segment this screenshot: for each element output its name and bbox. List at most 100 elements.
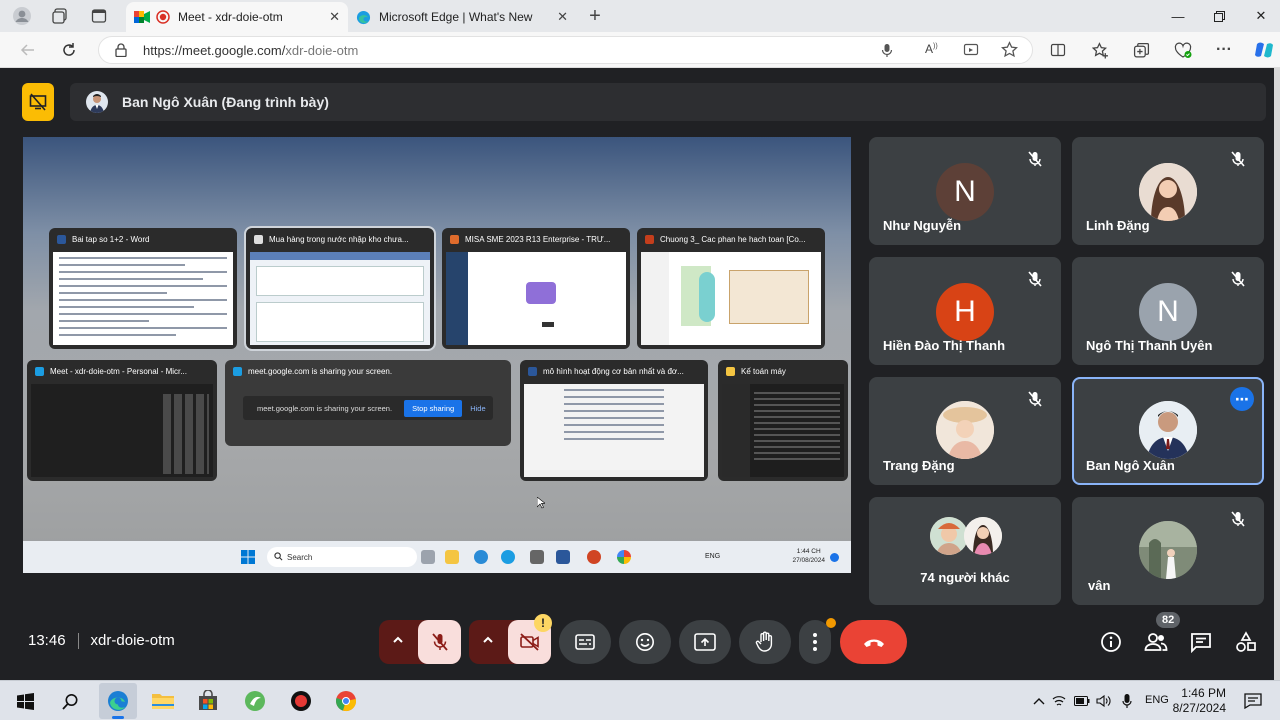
participant-tile[interactable]: Trang Đặng	[869, 377, 1061, 485]
muted-mic-icon	[1028, 271, 1042, 287]
meeting-code[interactable]: xdr-doie-otm	[91, 632, 175, 649]
document-icon	[254, 234, 263, 244]
recorder-icon[interactable]	[288, 689, 314, 713]
workspaces-icon[interactable]	[49, 5, 71, 27]
more-options-icon[interactable]: ⋯	[1230, 387, 1254, 411]
participant-tile[interactable]: N Ngô Thị Thanh Uyên	[1072, 257, 1264, 365]
captions-icon	[575, 634, 595, 650]
edge-taskbar-icon[interactable]	[99, 683, 137, 719]
task-view-icon	[421, 550, 435, 564]
microsoft-store-icon[interactable]	[195, 689, 221, 713]
tab-edge-whats-new[interactable]: Microsoft Edge | What's New ✕	[348, 2, 576, 32]
presenter-label: Ban Ngô Xuân (Đang trình bày)	[122, 94, 329, 110]
close-window-icon[interactable]: ✕	[1246, 4, 1276, 28]
microphone-in-use-icon[interactable]	[1118, 689, 1136, 713]
others-tile[interactable]: 74 người khác	[869, 497, 1061, 605]
participant-name: Như Nguyễn	[883, 218, 962, 233]
settings-more-icon[interactable]: ···	[1215, 41, 1233, 59]
split-screen-icon[interactable]	[1049, 41, 1067, 59]
muted-mic-icon	[1231, 151, 1245, 167]
participant-photo	[930, 517, 968, 555]
favorite-star-icon[interactable]	[1001, 41, 1018, 58]
folder-icon	[445, 550, 459, 564]
raise-hand-button[interactable]	[739, 620, 791, 664]
edge-icon	[501, 550, 515, 564]
tab-actions-icon[interactable]	[88, 5, 110, 27]
battery-icon[interactable]	[1073, 689, 1091, 713]
participant-avatar: N	[936, 163, 994, 221]
microphone-off-button[interactable]	[418, 620, 461, 664]
participant-tile[interactable]: Linh Đặng	[1072, 137, 1264, 245]
shared-window: Kế toán máy	[718, 360, 848, 481]
participant-tile[interactable]: H Hiền Đào Thị Thanh	[869, 257, 1061, 365]
divider	[77, 632, 79, 649]
profile-icon[interactable]	[11, 5, 33, 27]
shared-screen[interactable]: Bai tap so 1+2 - Word Mua hàng trong nướ…	[23, 137, 851, 573]
participant-photo	[1139, 401, 1197, 459]
audio-options-chevron-icon[interactable]	[391, 633, 405, 647]
participant-photo	[1139, 163, 1197, 221]
hang-up-icon	[863, 639, 884, 647]
no-presentation-icon	[29, 93, 47, 111]
tab-label: Meet - xdr-doie-otm	[178, 10, 283, 24]
window-title: meet.google.com is sharing your screen.	[248, 366, 393, 376]
participant-name: Linh Đặng	[1086, 218, 1150, 233]
copilot-icon[interactable]	[1253, 39, 1275, 61]
present-screen-icon	[694, 633, 716, 651]
show-hidden-icons-chevron[interactable]	[1026, 689, 1052, 713]
restore-icon[interactable]	[1204, 4, 1234, 28]
url-bar[interactable]: https://meet.google.com/xdr-doie-otm A))	[98, 36, 1033, 64]
system-clock[interactable]: 1:46 PM 8/27/2024	[1168, 686, 1226, 716]
people-icon[interactable]	[1144, 630, 1168, 654]
refresh-icon[interactable]	[59, 40, 79, 60]
powerpoint-icon	[645, 234, 654, 244]
app-icon	[474, 550, 488, 564]
notification-center-icon[interactable]	[1240, 689, 1266, 713]
favorites-icon[interactable]	[1091, 41, 1109, 59]
reactions-button[interactable]	[619, 620, 671, 664]
chrome-icon[interactable]	[333, 689, 359, 713]
volume-icon[interactable]	[1095, 689, 1113, 713]
folder-icon	[726, 366, 735, 376]
microphone-permission-icon[interactable]	[881, 43, 893, 58]
present-now-button[interactable]	[679, 620, 731, 664]
video-options-chevron-icon[interactable]	[481, 633, 495, 647]
input-language[interactable]: ENG	[1145, 694, 1169, 706]
participant-tile[interactable]: vân	[1072, 497, 1264, 605]
scrollbar[interactable]	[1274, 68, 1280, 680]
lock-icon[interactable]	[115, 43, 127, 57]
read-aloud-icon[interactable]: A))	[925, 42, 938, 56]
captions-button[interactable]	[559, 620, 611, 664]
close-tab-icon[interactable]: ✕	[329, 9, 340, 25]
chat-icon[interactable]	[1189, 630, 1213, 654]
participant-tile-active-speaker[interactable]: ⋯ Ban Ngô Xuân	[1072, 377, 1264, 485]
search-icon[interactable]	[57, 689, 83, 713]
participant-name: Trang Đặng	[883, 458, 955, 473]
notification-dot	[826, 618, 836, 628]
camera-off-icon	[519, 633, 539, 651]
stop-sharing-button[interactable]: Stop sharing	[404, 399, 463, 417]
more-vert-icon	[813, 633, 817, 651]
tab-meet[interactable]: Meet - xdr-doie-otm ✕	[126, 2, 348, 32]
close-tab-icon[interactable]: ✕	[557, 9, 568, 25]
green-app-icon[interactable]	[242, 689, 268, 713]
participant-tile[interactable]: N Như Nguyễn	[869, 137, 1061, 245]
more-options-button[interactable]	[799, 618, 836, 664]
leave-call-button[interactable]	[840, 620, 907, 664]
file-explorer-icon[interactable]	[150, 689, 176, 713]
minimize-icon[interactable]: —	[1163, 4, 1193, 28]
hide-button[interactable]: Hide	[470, 404, 485, 413]
activities-icon[interactable]	[1234, 630, 1258, 654]
meeting-details-icon[interactable]	[1099, 630, 1123, 654]
browser-essentials-icon[interactable]	[1174, 41, 1192, 59]
sharing-notice-window: meet.google.com is sharing your screen. …	[225, 360, 511, 446]
back-icon[interactable]	[18, 40, 38, 60]
windows-start-icon[interactable]	[12, 689, 38, 713]
wifi-icon[interactable]	[1051, 689, 1067, 713]
store-icon	[530, 550, 544, 564]
warning-icon[interactable]: !	[534, 614, 552, 632]
word-icon	[57, 234, 66, 244]
collections-icon[interactable]	[1132, 41, 1150, 59]
new-tab-icon[interactable]: +	[584, 5, 606, 27]
app-available-icon[interactable]	[963, 42, 979, 58]
